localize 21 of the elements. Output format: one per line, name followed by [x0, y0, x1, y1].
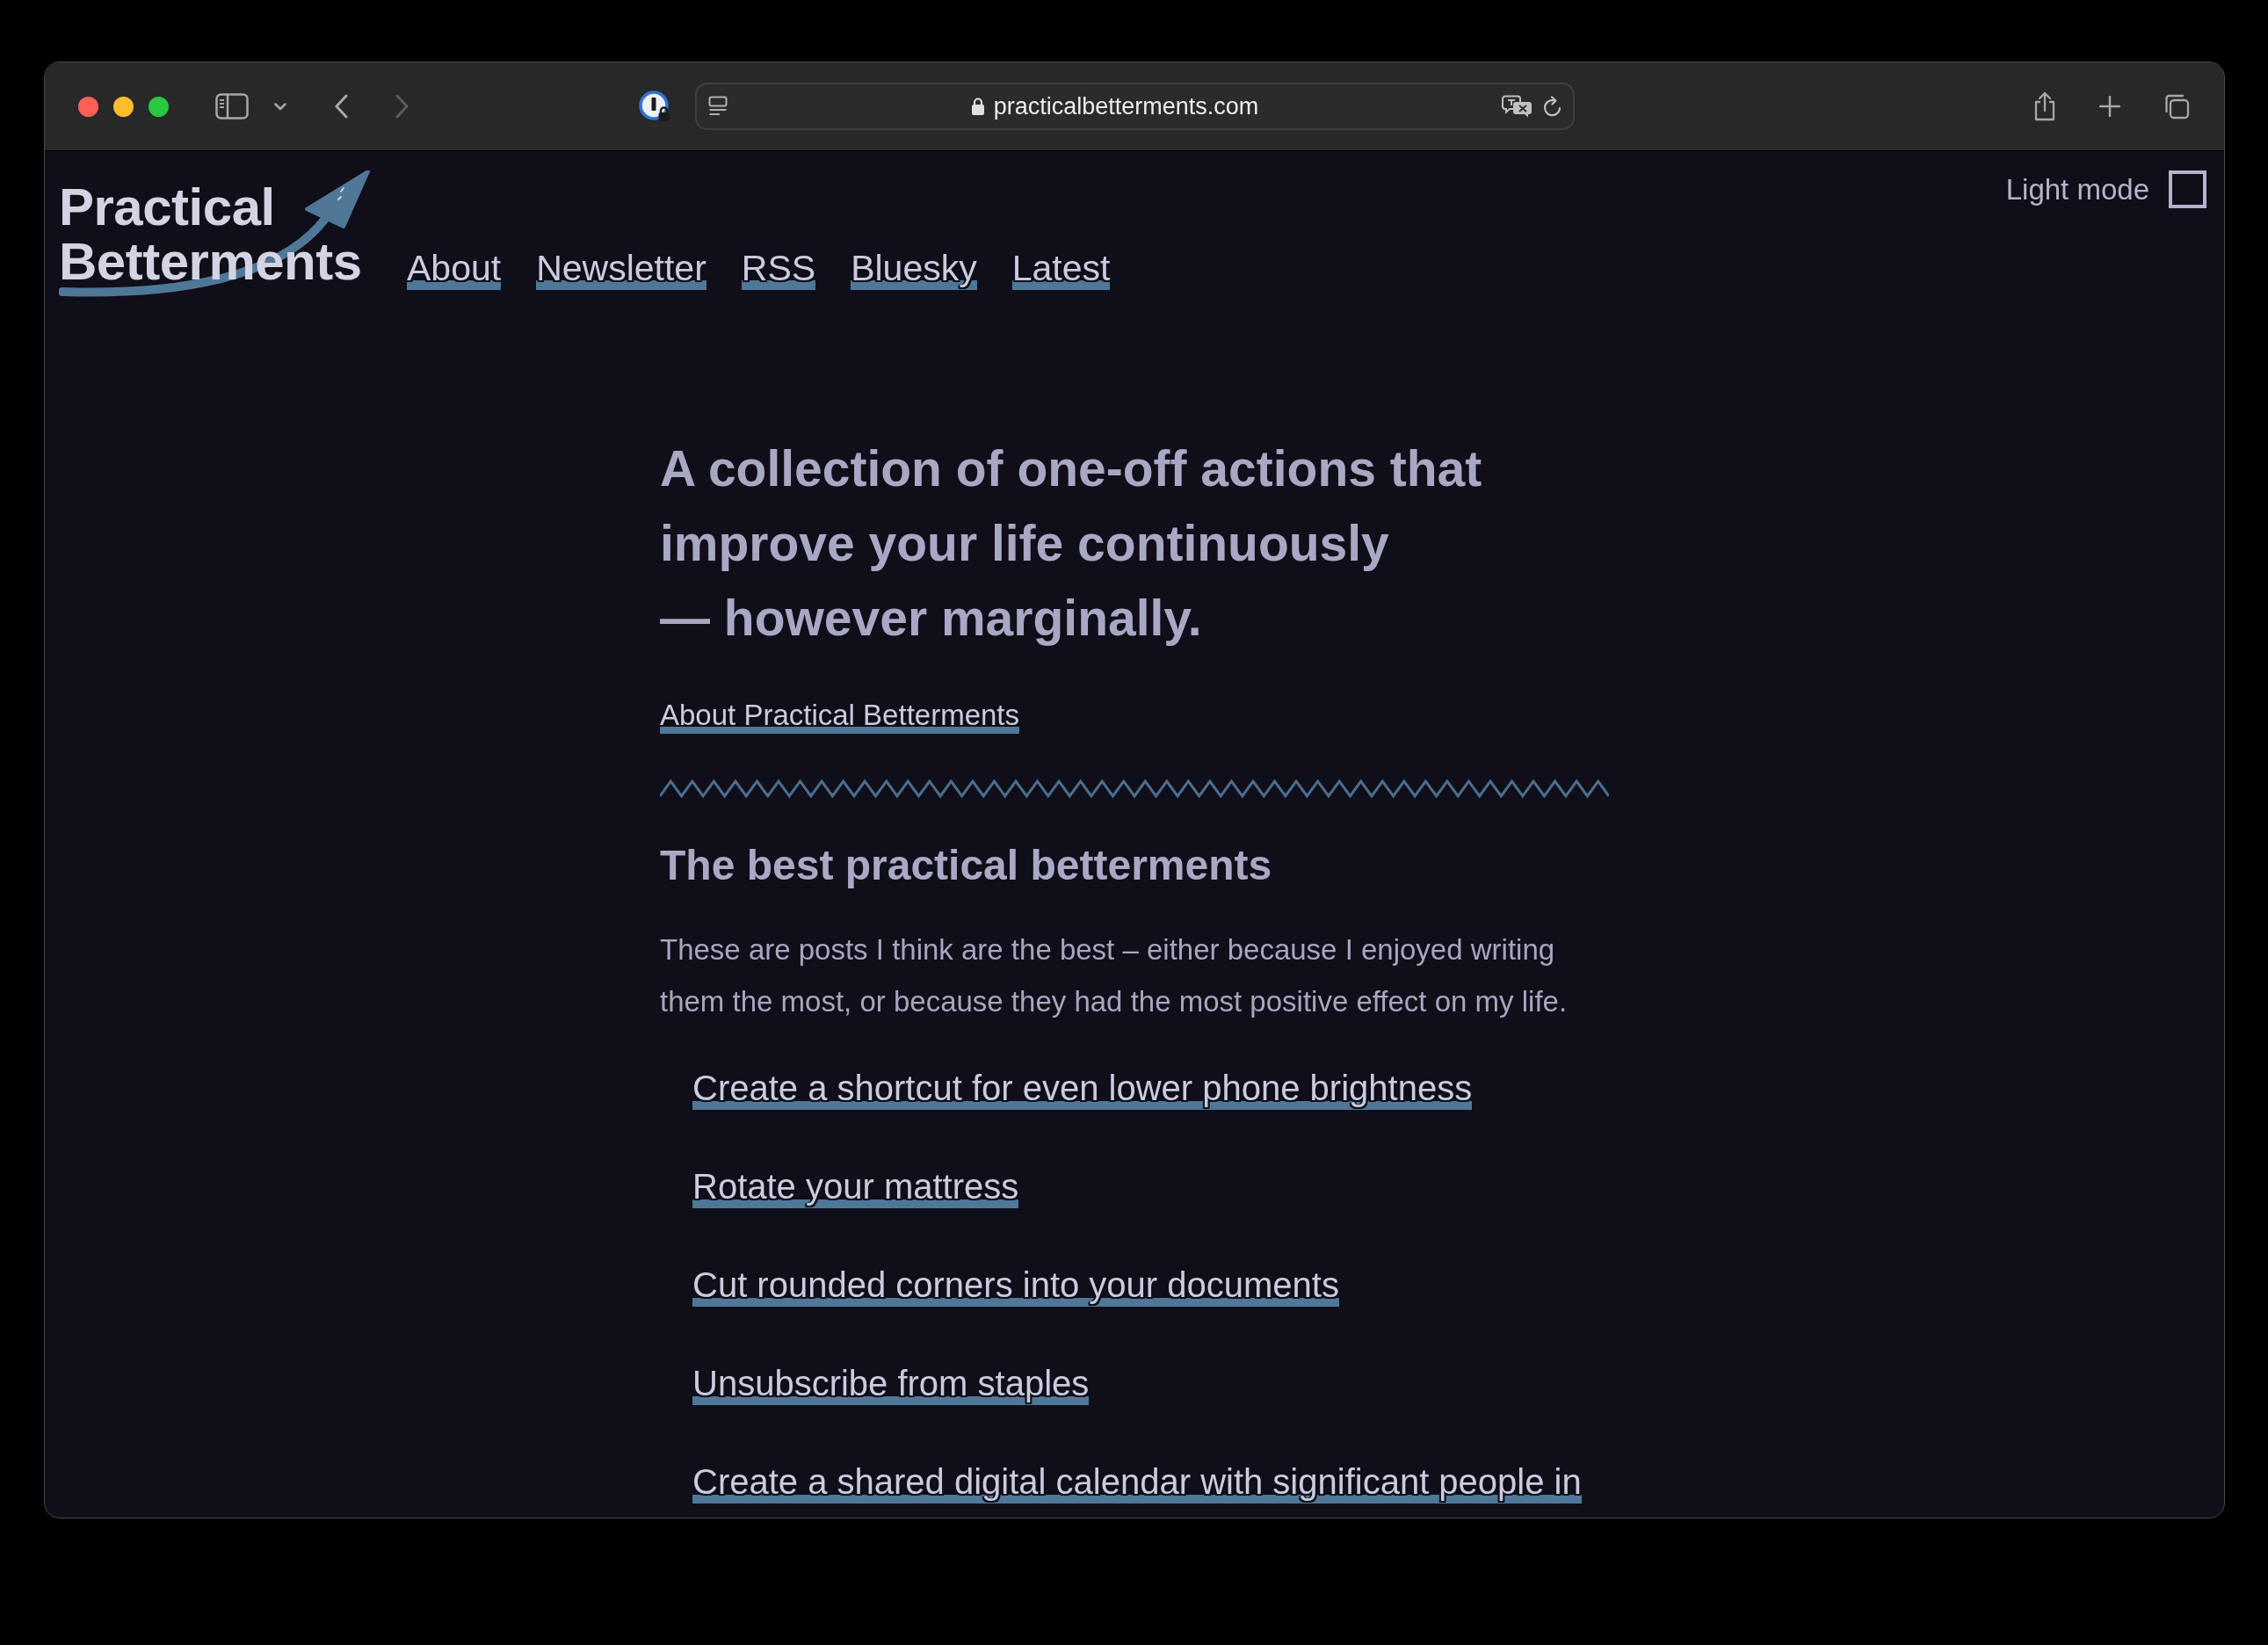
- window-close-icon[interactable]: [78, 96, 98, 117]
- translate-icon[interactable]: [1502, 95, 1533, 118]
- page-lines-icon[interactable]: [708, 96, 728, 117]
- tagline-heading: A collection of one-off actions that improve your life continuously — however marginally.: [660, 439, 1483, 648]
- window-zoom-icon[interactable]: [149, 96, 169, 117]
- light-mode-label: Light mode: [2005, 171, 2149, 207]
- lock-icon: [970, 97, 985, 116]
- padlock-disc-icon[interactable]: [639, 91, 670, 122]
- plus-icon[interactable]: [2099, 96, 2120, 117]
- reload-icon[interactable]: [1543, 96, 1562, 117]
- tabs-icon[interactable]: [2163, 93, 2190, 120]
- address-bar[interactable]: practicalbetterments.com: [695, 83, 1575, 130]
- light-mode-checkbox[interactable]: [2169, 170, 2206, 208]
- window-minimize-icon[interactable]: [113, 96, 134, 117]
- chevron-down-icon[interactable]: [274, 102, 286, 111]
- share-icon[interactable]: [2033, 91, 2056, 121]
- sidebar-icon[interactable]: [215, 93, 249, 120]
- section-description: These are posts I think are the best – either because I enjoyed writing them the most, or because they had the most positive effect on my life.: [660, 932, 1569, 1019]
- back-icon[interactable]: [334, 94, 348, 119]
- url-text[interactable]: practicalbetterments.com: [993, 91, 1259, 121]
- section-heading: The best practical betterments: [660, 841, 1273, 890]
